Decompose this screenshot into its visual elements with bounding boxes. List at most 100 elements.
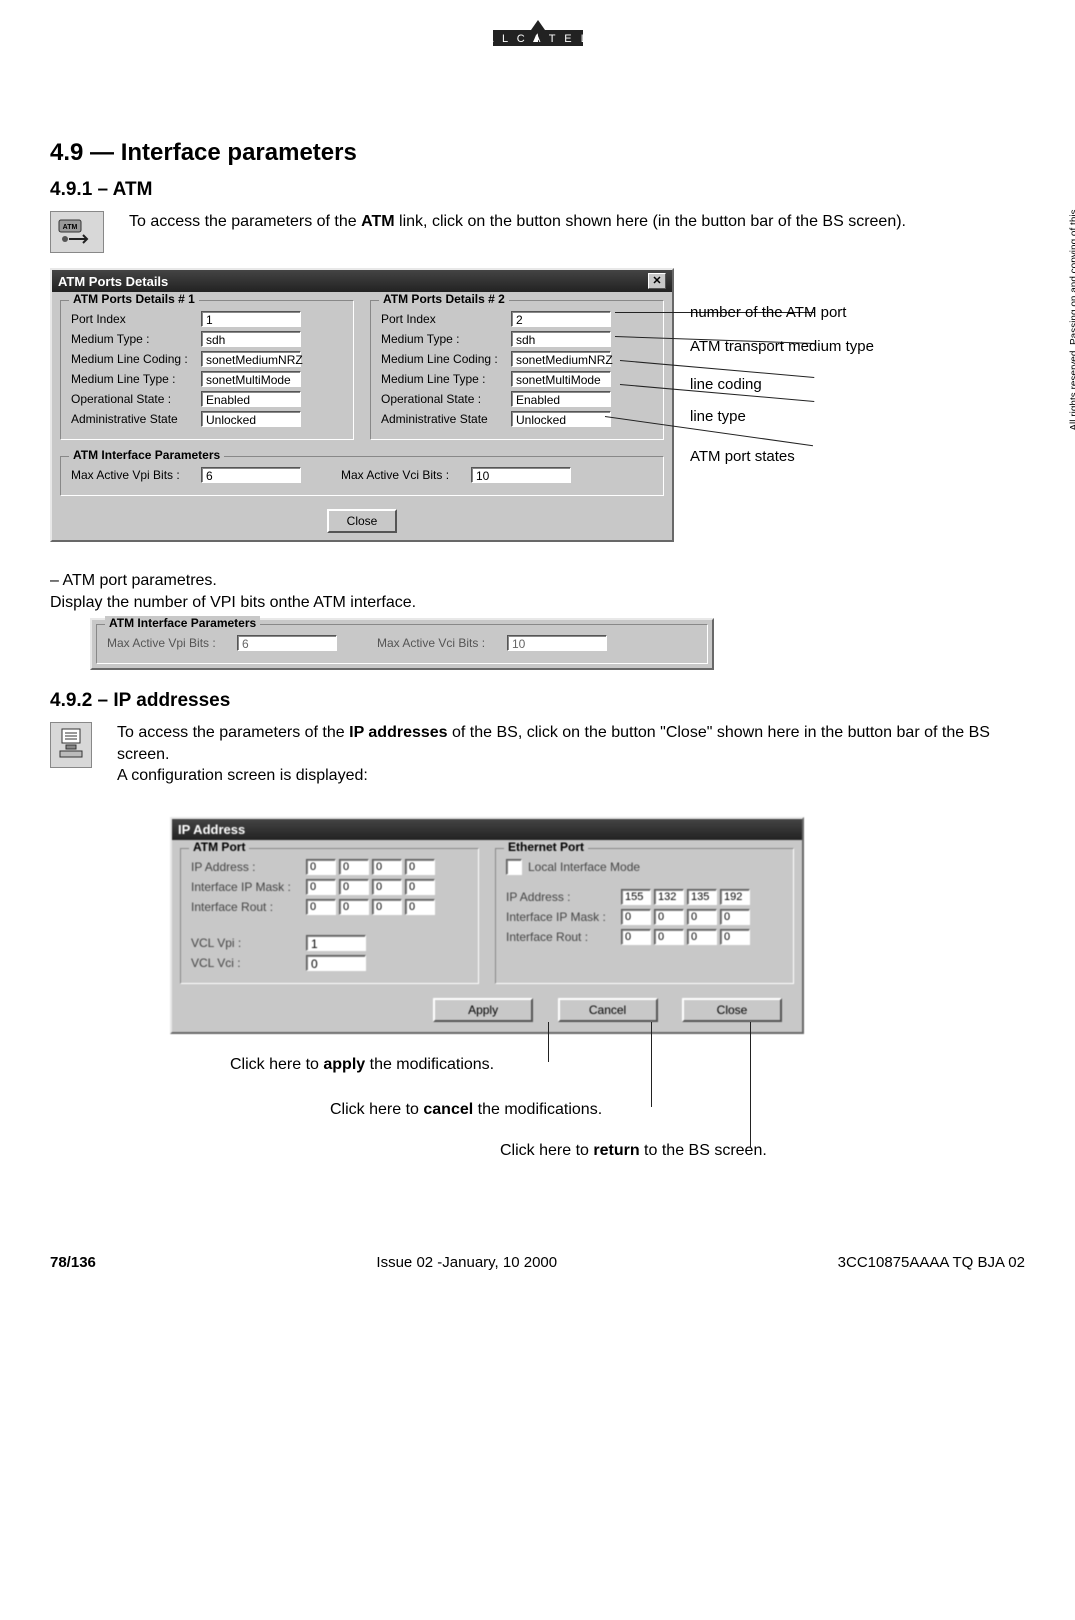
ip-octet[interactable]: 0 [687,929,717,945]
port-index-input[interactable]: 1 [201,311,301,327]
ip-octet[interactable]: 0 [621,929,651,945]
field-label: Medium Line Type : [71,372,201,386]
line-type-input[interactable]: sonetMultiMode [511,371,611,387]
field-label: Interface IP Mask : [506,910,621,924]
field-label: Max Active Vpi Bits : [107,636,237,650]
line-coding-input[interactable]: sonetMediumNRZ [201,351,301,367]
medium-type-input[interactable]: sdh [511,331,611,347]
local-mode-checkbox[interactable] [506,859,522,875]
close-icon[interactable]: ✕ [648,273,666,289]
vci-input[interactable]: 10 [507,635,607,651]
subsection-491: 4.9.1 – ATM [50,179,1025,201]
intro-491-text: To access the parameters of the ATM link… [129,211,1025,233]
ip-octet[interactable]: 0 [405,899,435,915]
vcl-vpi-input[interactable]: 1 [306,935,366,951]
medium-type-input[interactable]: sdh [201,331,301,347]
line-coding-input[interactable]: sonetMediumNRZ [511,351,611,367]
op-state-input[interactable]: Enabled [511,391,611,407]
admin-state-input[interactable]: Unlocked [511,411,611,427]
close-button[interactable]: Close [327,509,398,533]
ip-octet[interactable]: 0 [654,909,684,925]
line-type-input[interactable]: sonetMultiMode [201,371,301,387]
field-label: Medium Type : [381,332,511,346]
vci-input[interactable]: 10 [471,467,571,483]
callout-line-type: line type [690,408,746,425]
vpi-input[interactable]: 6 [237,635,337,651]
ip-octet[interactable]: 0 [306,899,336,915]
field-label: Max Active Vci Bits : [377,636,507,650]
vcl-vci-input[interactable]: 0 [306,955,366,971]
callout-port-states: ATM port states [690,448,795,465]
field-label: VCL Vci : [191,956,306,970]
atm-port1-group: ATM Ports Details # 1 Port Index1 Medium… [60,300,354,440]
ip-octet[interactable]: 0 [405,859,435,875]
ip-octet[interactable]: 0 [339,859,369,875]
svg-text:ATM: ATM [63,224,78,231]
ip-octet[interactable]: 132 [654,889,684,905]
field-label: Medium Line Coding : [71,352,201,366]
atm-interface-small-dialog: ATM Interface Parameters Max Active Vpi … [90,618,714,670]
ip-octet[interactable]: 0 [654,929,684,945]
ip-octet[interactable]: 192 [720,889,750,905]
ethernet-port-group: Ethernet Port Local Interface Mode IP Ad… [495,848,794,984]
ip-octet[interactable]: 0 [720,929,750,945]
ip-octet[interactable]: 0 [306,879,336,895]
field-label: Max Active Vpi Bits : [71,468,201,482]
ip-octet[interactable]: 0 [687,909,717,925]
ip-octet[interactable]: 135 [687,889,717,905]
dialog-title: ATM Ports Details [58,274,168,289]
groupbox-title: ATM Ports Details # 1 [69,292,199,306]
field-label: Interface Rout : [191,900,306,914]
groupbox-title: Ethernet Port [504,840,588,854]
op-state-input[interactable]: Enabled [201,391,301,407]
dialog-titlebar: IP Address [172,819,802,840]
field-label: IP Address : [191,860,306,874]
ip-octet[interactable]: 0 [621,909,651,925]
dialog-titlebar: ATM Ports Details ✕ [52,270,672,292]
field-label: Port Index [381,312,511,326]
field-label: IP Address : [506,890,621,904]
admin-state-input[interactable]: Unlocked [201,411,301,427]
ip-octet[interactable]: 0 [339,899,369,915]
field-label: Medium Line Coding : [381,352,511,366]
ip-octet[interactable]: 0 [306,859,336,875]
field-label: Port Index [71,312,201,326]
atm-interface-group: ATM Interface Parameters Max Active Vpi … [60,456,664,496]
atm-toolbar-icon: ATM [50,211,104,253]
field-label: Interface IP Mask : [191,880,306,894]
field-label: Local Interface Mode [528,860,640,874]
field-label: Administrative State [381,412,511,426]
atm-port-group: ATM Port IP Address : 0 0 0 0 Interface … [180,848,479,984]
section-heading: 4.9 — Interface parameters [50,139,1025,167]
ip-octet[interactable]: 0 [372,879,402,895]
cancel-button[interactable]: Cancel [558,998,658,1022]
field-label: Operational State : [381,392,511,406]
apply-note: Click here to apply the modifications. [230,1056,494,1074]
port-index-input[interactable]: 2 [511,311,611,327]
ip-address-dialog: IP Address ATM Port IP Address : 0 0 0 0… [170,817,804,1034]
field-label: VCL Vpi : [191,936,306,950]
ip-octet[interactable]: 0 [405,879,435,895]
dialog-title: IP Address [178,822,245,837]
vpi-input[interactable]: 6 [201,467,301,483]
ip-octet[interactable]: 0 [372,899,402,915]
ip-octet[interactable]: 0 [339,879,369,895]
para-atm-port-parametres: – ATM port parametres. [50,572,1025,590]
subsection-492: 4.9.2 – IP addresses [50,690,1025,712]
close-button[interactable]: Close [682,998,782,1022]
field-label: Max Active Vci Bits : [341,468,471,482]
groupbox-title: ATM Interface Parameters [105,616,260,630]
close-note: Click here to return to the BS screen. [500,1142,767,1160]
para-vpi-bits: Display the number of VPI bits onthe ATM… [50,594,1025,612]
copyright-side-note: All rights reserved. Passing on and copy… [1069,190,1075,450]
apply-button[interactable]: Apply [433,998,533,1022]
callout-medium-type: ATM transport medium type [690,338,874,355]
ip-octet[interactable]: 0 [720,909,750,925]
ip-octet[interactable]: 155 [621,889,651,905]
ip-octet[interactable]: 0 [372,859,402,875]
atm-ports-dialog: ATM Ports Details ✕ ATM Ports Details # … [50,268,674,542]
groupbox-title: ATM Port [189,840,249,854]
brand-logo: A L C A T E L [50,20,1025,59]
field-label: Operational State : [71,392,201,406]
field-label: Medium Type : [71,332,201,346]
